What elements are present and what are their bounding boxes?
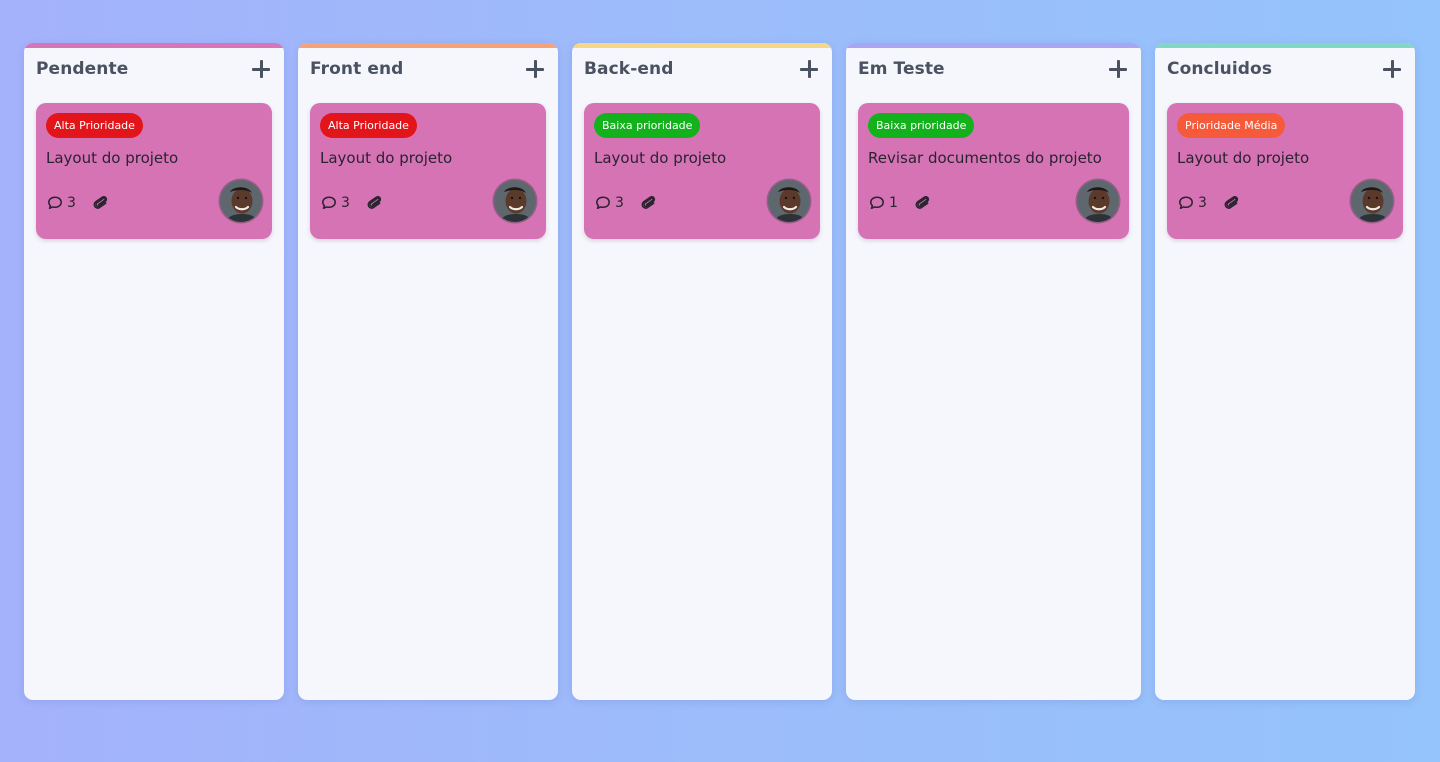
- comments-count: 3: [341, 195, 350, 211]
- column-em-teste: Em Teste Baixa prioridade Revisar docume…: [846, 43, 1141, 700]
- task-meta: 3: [320, 194, 384, 212]
- column-color-bar: [846, 43, 1141, 48]
- column-header: Back-end: [584, 57, 820, 81]
- task-card[interactable]: Prioridade Média Layout do projeto 3: [1167, 103, 1403, 239]
- add-task-button[interactable]: [250, 58, 272, 80]
- task-title: Layout do projeto: [46, 149, 179, 167]
- priority-badge: Alta Prioridade: [46, 113, 143, 138]
- column-title: Front end: [310, 59, 404, 79]
- comments-counter[interactable]: 3: [46, 194, 76, 212]
- add-task-button[interactable]: [1107, 58, 1129, 80]
- priority-badge: Baixa prioridade: [594, 113, 701, 138]
- comments-counter[interactable]: 3: [1177, 194, 1207, 212]
- add-task-button[interactable]: [798, 58, 820, 80]
- task-title: Layout do projeto: [594, 149, 727, 167]
- column-pendente: Pendente Alta Prioridade Layout do proje…: [24, 43, 284, 700]
- column-header: Front end: [310, 57, 546, 81]
- priority-badge: Alta Prioridade: [320, 113, 417, 138]
- comment-icon: [594, 194, 612, 212]
- comments-counter[interactable]: 3: [320, 194, 350, 212]
- assignee-avatar[interactable]: [1351, 180, 1393, 222]
- column-title: Pendente: [36, 59, 129, 79]
- task-title: Layout do projeto: [320, 149, 453, 167]
- column-concluidos: Concluidos Prioridade Média Layout do pr…: [1155, 43, 1415, 700]
- add-task-button[interactable]: [1381, 58, 1403, 80]
- attachment-icon[interactable]: [640, 194, 658, 212]
- column-back-end: Back-end Baixa prioridade Layout do proj…: [572, 43, 832, 700]
- task-meta: 1: [868, 194, 932, 212]
- comment-icon: [1177, 194, 1195, 212]
- comments-counter[interactable]: 3: [594, 194, 624, 212]
- task-meta: 3: [1177, 194, 1241, 212]
- task-card[interactable]: Baixa prioridade Layout do projeto 3: [584, 103, 820, 239]
- attachment-icon[interactable]: [92, 194, 110, 212]
- column-color-bar: [572, 43, 832, 48]
- task-title: Layout do projeto: [1177, 149, 1310, 167]
- assignee-avatar[interactable]: [494, 180, 536, 222]
- column-color-bar: [24, 43, 284, 48]
- attachment-icon[interactable]: [1223, 194, 1241, 212]
- task-card[interactable]: Baixa prioridade Revisar documentos do p…: [858, 103, 1129, 239]
- task-card[interactable]: Alta Prioridade Layout do projeto 3: [310, 103, 546, 239]
- column-title: Concluidos: [1167, 59, 1273, 79]
- comments-count: 1: [889, 195, 898, 211]
- comment-icon: [868, 194, 886, 212]
- task-card[interactable]: Alta Prioridade Layout do projeto 3: [36, 103, 272, 239]
- attachment-icon[interactable]: [914, 194, 932, 212]
- column-header: Pendente: [36, 57, 272, 81]
- column-color-bar: [1155, 43, 1415, 48]
- column-color-bar: [298, 43, 558, 48]
- column-front-end: Front end Alta Prioridade Layout do proj…: [298, 43, 558, 700]
- comments-counter[interactable]: 1: [868, 194, 898, 212]
- comments-count: 3: [615, 195, 624, 211]
- comments-count: 3: [1198, 195, 1207, 211]
- task-meta: 3: [46, 194, 110, 212]
- kanban-board: Pendente Alta Prioridade Layout do proje…: [24, 43, 1415, 700]
- attachment-icon[interactable]: [366, 194, 384, 212]
- comment-icon: [320, 194, 338, 212]
- column-title: Back-end: [584, 59, 674, 79]
- assignee-avatar[interactable]: [1077, 180, 1119, 222]
- add-task-button[interactable]: [524, 58, 546, 80]
- comment-icon: [46, 194, 64, 212]
- column-header: Concluidos: [1167, 57, 1403, 81]
- column-header: Em Teste: [858, 57, 1129, 81]
- assignee-avatar[interactable]: [768, 180, 810, 222]
- comments-count: 3: [67, 195, 76, 211]
- assignee-avatar[interactable]: [220, 180, 262, 222]
- priority-badge: Baixa prioridade: [868, 113, 975, 138]
- priority-badge: Prioridade Média: [1177, 113, 1286, 138]
- column-title: Em Teste: [858, 59, 945, 79]
- task-meta: 3: [594, 194, 658, 212]
- task-title: Revisar documentos do projeto: [868, 149, 1102, 167]
